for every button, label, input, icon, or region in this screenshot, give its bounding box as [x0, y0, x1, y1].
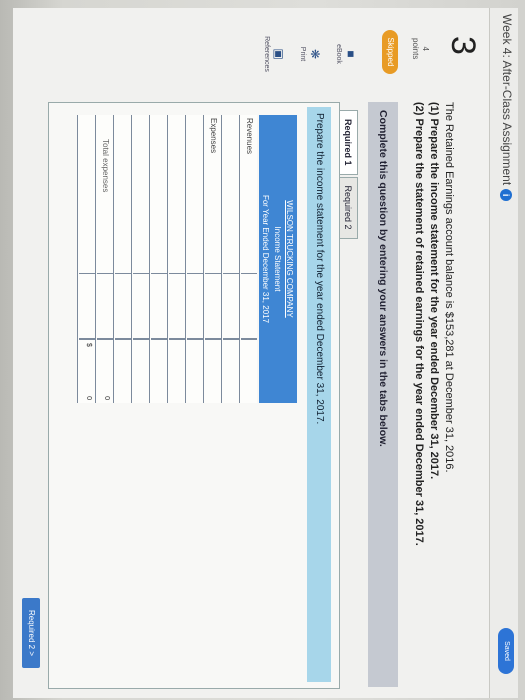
amount-cell[interactable]	[187, 273, 203, 339]
table-row: Revenues	[239, 115, 257, 403]
skipped-badge: Skipped	[382, 30, 398, 74]
next-required-button[interactable]: Required 2 >	[22, 598, 40, 668]
amount-cell[interactable]	[223, 273, 239, 339]
question-number: 3	[444, 36, 482, 55]
table-row	[185, 115, 203, 403]
amount-cell[interactable]	[151, 339, 167, 403]
table-row	[221, 115, 239, 403]
company-name: WILSON TRUCKING COMPANY	[285, 200, 294, 318]
references-icon: ▣	[272, 48, 286, 60]
saved-button[interactable]: Saved	[498, 628, 514, 674]
answer-panel: Prepare the income statement for the yea…	[48, 102, 340, 689]
currency-symbol: $	[85, 343, 92, 347]
table-row	[113, 115, 131, 403]
assignment-title-text: Week 4: After-Class Assignment	[500, 14, 514, 186]
table-row	[149, 115, 167, 403]
amount-cell[interactable]	[133, 273, 149, 339]
tab-required-2[interactable]: Required 2	[340, 176, 358, 239]
amount-cell[interactable]	[205, 339, 221, 403]
references-link[interactable]: ▣ References	[263, 34, 286, 74]
required-tabs: Required 1 Required 2	[340, 110, 358, 241]
table-row	[167, 115, 185, 403]
print-link[interactable]: ❋ Print	[299, 34, 322, 74]
amount-cell[interactable]	[223, 339, 239, 403]
references-label: References	[263, 36, 270, 72]
assignment-screen: Week 4: After-Class Assignmenti Saved 3 …	[13, 8, 518, 698]
statement-title: Income Statement	[273, 226, 282, 292]
statement-header: WILSON TRUCKING COMPANY Income Statement…	[259, 115, 297, 403]
statement-period: For Year Ended December 31, 2017	[261, 194, 270, 324]
amount-cell[interactable]	[205, 273, 221, 339]
panel-prompt: Prepare the income statement for the yea…	[307, 107, 331, 682]
intro-line: (1) Prepare the income statement for the…	[428, 102, 440, 480]
info-icon[interactable]: i	[500, 189, 513, 202]
intro-line: (2) Prepare the statement of retained ea…	[413, 102, 425, 546]
net-income-cell: $ 0	[79, 339, 95, 403]
net-income-row: $ 0	[77, 115, 95, 403]
points-value: 4	[421, 46, 430, 51]
points-info: 4 points	[410, 38, 430, 59]
print-icon: ❋	[308, 48, 322, 60]
ebook-label: eBook	[335, 44, 342, 64]
ebook-link[interactable]: ■ eBook	[335, 34, 358, 74]
amount-cell[interactable]	[241, 339, 257, 403]
tab-required-1[interactable]: Required 1	[340, 110, 358, 175]
photo-frame: Week 4: After-Class Assignmenti Saved 3 …	[0, 0, 525, 700]
points-label: points	[411, 38, 420, 60]
total-expenses-value: 0	[103, 396, 110, 400]
net-income-value: 0	[85, 396, 92, 400]
total-expenses-cell	[97, 273, 113, 339]
revenues-label: Revenues	[245, 118, 254, 155]
total-expenses-cell: 0	[97, 339, 113, 403]
book-icon: ■	[344, 50, 358, 58]
question-intro: The Retained Earnings account balance is…	[411, 102, 456, 662]
total-expenses-label: Total expenses	[101, 139, 110, 193]
assignment-title: Week 4: After-Class Assignment i	[500, 14, 514, 202]
amount-cell[interactable]	[133, 339, 149, 403]
table-row	[131, 115, 149, 403]
amount-cell[interactable]	[169, 273, 185, 339]
table-row: Expenses	[203, 115, 221, 403]
amount-cell[interactable]	[115, 339, 131, 403]
net-income-cell	[79, 273, 95, 339]
expenses-label: Expenses	[209, 118, 218, 154]
amount-cell[interactable]	[169, 339, 185, 403]
header-bar: Week 4: After-Class Assignment i Saved	[489, 8, 518, 698]
total-expenses-row: Total expenses 0	[95, 115, 113, 403]
instructions-banner: Complete this question by entering your …	[368, 102, 398, 687]
amount-cell[interactable]	[187, 339, 203, 403]
amount-cell[interactable]	[241, 273, 257, 339]
intro-line: The Retained Earnings account balance is…	[443, 102, 455, 473]
amount-cell[interactable]	[115, 273, 131, 339]
print-label: Print	[299, 46, 306, 62]
income-statement-grid: Revenues Expenses Total expenses 0 $ 0	[77, 115, 257, 403]
amount-cell[interactable]	[151, 273, 167, 339]
